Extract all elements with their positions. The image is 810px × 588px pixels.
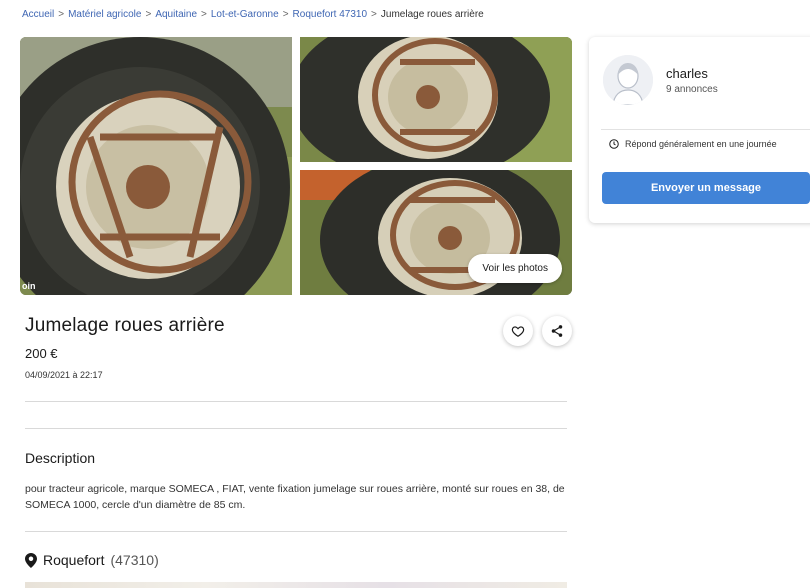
listing-title: Jumelage roues arrière: [25, 315, 225, 336]
location-zip: (47310): [110, 552, 159, 568]
breadcrumb: Accueil > Matériel agricole > Aquitaine > Lot-…: [22, 9, 484, 20]
breadcrumb-separator: >: [145, 9, 152, 20]
send-message-button[interactable]: Envoyer un message: [602, 172, 810, 204]
photo-thumbnail[interactable]: [300, 37, 572, 162]
breadcrumb-category[interactable]: Matériel agricole: [68, 9, 141, 20]
breadcrumb-region[interactable]: Aquitaine: [155, 9, 197, 20]
map-preview[interactable]: [25, 582, 567, 588]
share-icon: [551, 325, 563, 337]
divider: [25, 428, 567, 429]
breadcrumb-city[interactable]: Roquefort 47310: [293, 9, 368, 20]
response-time-text: Répond généralement en une journée: [625, 139, 777, 149]
response-time: Répond généralement en une journée: [609, 139, 777, 149]
breadcrumb-current: Jumelage roues arrière: [380, 9, 484, 20]
location-pin-icon: [25, 552, 37, 568]
seller-card: charles 9 annonces Répond généralement e…: [589, 37, 810, 223]
location: Roquefort (47310): [25, 552, 159, 568]
description-text: pour tracteur agricole, marque SOMECA , …: [25, 483, 565, 511]
share-button[interactable]: [542, 316, 572, 346]
breadcrumb-department[interactable]: Lot-et-Garonne: [211, 9, 279, 20]
location-city: Roquefort: [43, 552, 105, 568]
listing-price: 200 €: [25, 346, 58, 361]
divider: [25, 401, 567, 402]
clock-icon: [609, 139, 619, 149]
user-avatar-icon: [603, 55, 653, 105]
tractor-wheel-image: [20, 37, 292, 295]
breadcrumb-separator: >: [282, 9, 289, 20]
breadcrumb-separator: >: [371, 9, 377, 20]
description-heading: Description: [25, 450, 96, 466]
favorite-button[interactable]: [503, 316, 533, 346]
breadcrumb-home[interactable]: Accueil: [22, 9, 54, 20]
seller-ads-count[interactable]: 9 annonces: [666, 84, 718, 95]
breadcrumb-separator: >: [201, 9, 207, 20]
divider: [601, 129, 810, 130]
photo-credit-text: oin: [22, 281, 36, 291]
tractor-wheel-image: [300, 37, 572, 162]
main-photo[interactable]: oin: [20, 37, 292, 295]
listing-date: 04/09/2021 à 22:17: [25, 370, 103, 380]
breadcrumb-separator: >: [58, 9, 65, 20]
see-photos-button[interactable]: Voir les photos: [468, 254, 562, 283]
photo-thumbnail[interactable]: Voir les photos: [300, 170, 572, 295]
avatar[interactable]: [603, 55, 653, 105]
heart-icon: [511, 326, 525, 337]
seller-name[interactable]: charles: [666, 66, 708, 81]
divider: [25, 531, 567, 532]
